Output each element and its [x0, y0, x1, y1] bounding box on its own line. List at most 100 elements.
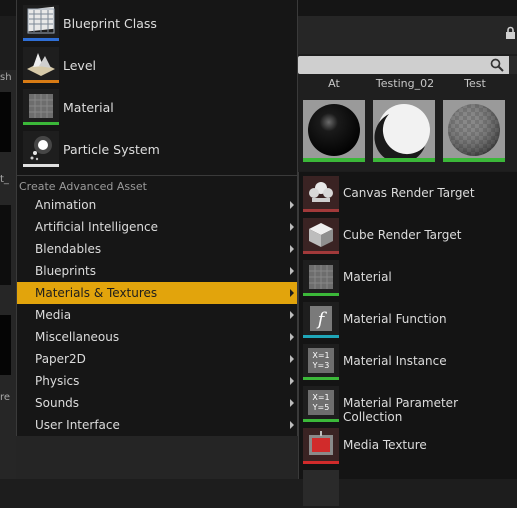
- category-paper2d[interactable]: Paper2D: [17, 348, 297, 370]
- category-label: Materials & Textures: [35, 286, 158, 300]
- category-blendables[interactable]: Blendables: [17, 238, 297, 260]
- chevron-right-icon: [290, 377, 294, 385]
- category-label: Blueprints: [35, 264, 97, 278]
- type-underline: [303, 461, 339, 464]
- category-label: Artificial Intelligence: [35, 220, 158, 234]
- search-input[interactable]: [298, 56, 517, 74]
- asset-type-bar: [443, 158, 505, 162]
- icon-text-line: Y=5: [312, 403, 330, 412]
- submenu-item-material-function[interactable]: f Material Function: [300, 298, 517, 340]
- menu-item-level[interactable]: Level: [20, 44, 298, 86]
- submenu-item-label: Media Texture: [343, 438, 427, 452]
- category-artificial-intelligence[interactable]: Artificial Intelligence: [17, 216, 297, 238]
- type-underline: [303, 335, 339, 338]
- submenu-item-material-instance[interactable]: X=1 Y=3 Material Instance: [300, 340, 517, 382]
- icon-text-line: Y=3: [312, 361, 330, 370]
- menu-item-label: Material: [63, 100, 114, 115]
- canvas-render-target-icon: [303, 176, 339, 212]
- material-instance-icon: X=1 Y=3: [303, 344, 339, 380]
- asset-thumbnail[interactable]: [0, 205, 11, 285]
- category-media[interactable]: Media: [17, 304, 297, 326]
- asset-thumbnail-moon-sphere[interactable]: [373, 100, 435, 164]
- material-icon: [23, 89, 59, 125]
- asset-icon: [303, 470, 339, 506]
- asset-thumbnail[interactable]: [0, 92, 11, 152]
- asset-thumbnail[interactable]: [0, 315, 11, 375]
- category-materials-textures[interactable]: Materials & Textures: [17, 282, 297, 304]
- category-label: Sounds: [35, 396, 80, 410]
- submenu-item-label: Material Parameter Collection: [343, 396, 458, 424]
- media-texture-icon: [303, 428, 339, 464]
- add-new-menu: Blueprint Class Level Material Particle …: [16, 0, 299, 436]
- menu-item-particle-system[interactable]: Particle System: [20, 128, 298, 170]
- type-underline: [303, 419, 339, 422]
- asset-thumbnail-checker-sphere[interactable]: [443, 100, 505, 162]
- asset-label-fragment: sh: [0, 72, 12, 83]
- icon-text-line: X=1: [312, 393, 329, 402]
- category-animation[interactable]: Animation: [17, 194, 297, 216]
- chevron-right-icon: [290, 311, 294, 319]
- asset-type-bar: [373, 158, 435, 162]
- menu-item-label: Particle System: [63, 142, 160, 157]
- icon-text-line: X=1: [312, 351, 329, 360]
- category-label: Physics: [35, 374, 80, 388]
- chevron-right-icon: [290, 333, 294, 341]
- category-label: Media: [35, 308, 72, 322]
- materials-textures-submenu: Canvas Render Target Cube Render Target …: [298, 172, 517, 506]
- category-label: Blendables: [35, 242, 102, 256]
- submenu-item-canvas-render-target[interactable]: Canvas Render Target: [300, 172, 517, 214]
- category-physics[interactable]: Physics: [17, 370, 297, 392]
- submenu-item-material-parameter-collection[interactable]: X=1 Y=5 Material Parameter Collection: [300, 382, 517, 424]
- category-label: Miscellaneous: [35, 330, 120, 344]
- chevron-right-icon: [290, 399, 294, 407]
- asset-label-fragment: re: [0, 392, 11, 403]
- type-underline: [303, 209, 339, 212]
- chevron-right-icon: [290, 267, 294, 275]
- type-underline: [23, 164, 59, 167]
- category-label: User Interface: [35, 418, 120, 432]
- section-header: Create Advanced Asset: [19, 180, 147, 193]
- chevron-right-icon: [290, 355, 294, 363]
- type-underline: [303, 251, 339, 254]
- asset-label-fragment: t_: [0, 174, 9, 185]
- submenu-item-label: Canvas Render Target: [343, 186, 475, 200]
- submenu-item-label: Material Instance: [343, 354, 447, 368]
- material-parameter-collection-icon: X=1 Y=5: [303, 386, 339, 422]
- category-sounds[interactable]: Sounds: [17, 392, 297, 414]
- submenu-item-material[interactable]: Material: [300, 256, 517, 298]
- content-browser-footer: [16, 436, 298, 479]
- category-label: Paper2D: [35, 352, 86, 366]
- search-icon[interactable]: [490, 58, 504, 72]
- submenu-item-label: Material: [343, 270, 392, 284]
- chevron-right-icon: [290, 289, 294, 297]
- type-underline: [23, 38, 59, 41]
- blueprint-class-icon: [23, 5, 59, 41]
- type-underline: [303, 293, 339, 296]
- submenu-item-media-texture[interactable]: Media Texture: [300, 424, 517, 466]
- category-user-interface[interactable]: User Interface: [17, 414, 297, 436]
- chevron-right-icon: [290, 201, 294, 209]
- submenu-item-partial[interactable]: [300, 466, 517, 508]
- chevron-right-icon: [290, 223, 294, 231]
- menu-divider: [17, 175, 299, 176]
- chevron-right-icon: [290, 421, 294, 429]
- type-underline: [303, 377, 339, 380]
- category-blueprints[interactable]: Blueprints: [17, 260, 297, 282]
- menu-item-blueprint-class[interactable]: Blueprint Class: [20, 2, 298, 44]
- asset-label: Testing_02: [375, 77, 435, 90]
- chevron-right-icon: [290, 245, 294, 253]
- asset-label: At: [328, 77, 340, 90]
- particle-system-icon: [23, 131, 59, 167]
- submenu-item-cube-render-target[interactable]: Cube Render Target: [300, 214, 517, 256]
- search-field-end: [509, 56, 517, 74]
- category-miscellaneous[interactable]: Miscellaneous: [17, 326, 297, 348]
- menu-item-label: Blueprint Class: [63, 16, 157, 31]
- lock-icon[interactable]: [504, 26, 517, 40]
- cube-render-target-icon: [303, 218, 339, 254]
- category-label: Animation: [35, 198, 97, 212]
- asset-thumbnail-black-sphere[interactable]: [303, 100, 365, 162]
- material-function-icon: f: [303, 302, 339, 338]
- content-browser-toolbar: [298, 16, 517, 54]
- submenu-item-label: Cube Render Target: [343, 228, 462, 242]
- menu-item-material[interactable]: Material: [20, 86, 298, 128]
